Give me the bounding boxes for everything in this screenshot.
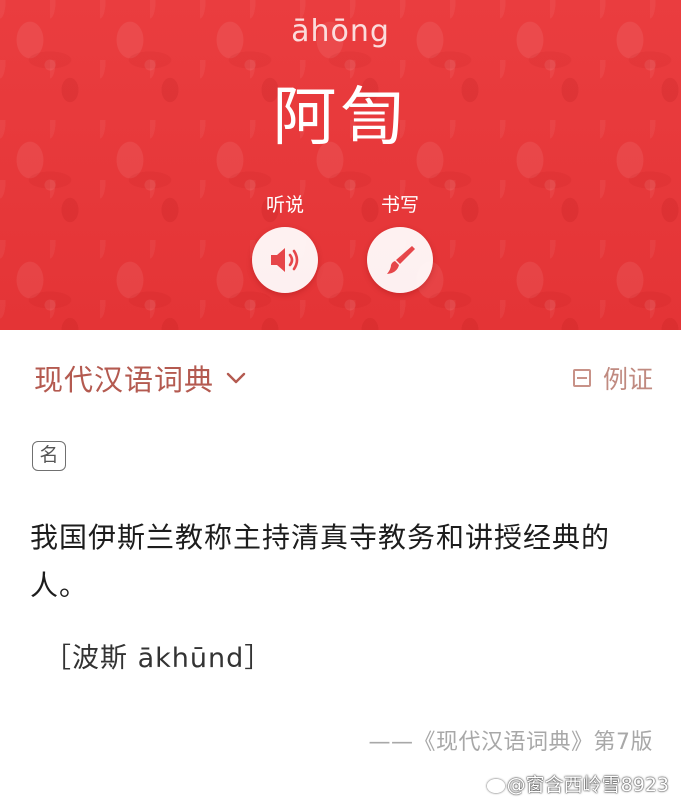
example-label: 例证 — [602, 365, 653, 394]
headword: 阿訇 — [272, 81, 409, 155]
dictionary-selector[interactable]: 现代汉语词典 — [34, 357, 246, 399]
listen-action[interactable]: 听说 — [245, 192, 325, 293]
write-label: 书写 — [380, 194, 419, 216]
watermark: @窗含西岭雪8923 — [486, 770, 669, 797]
source-citation: ——《现代汉语词典》第7版 — [368, 730, 653, 755]
collapse-box-icon — [572, 369, 591, 387]
part-of-speech-badge: 名 — [32, 441, 66, 471]
write-action[interactable]: 书写 — [360, 192, 440, 293]
etymology-note: ［波斯 ākhūnd］ — [44, 643, 273, 674]
listen-label: 听说 — [265, 194, 304, 216]
write-button[interactable] — [367, 227, 433, 293]
brush-icon — [387, 246, 415, 274]
watermark-text: @窗含西岭雪8923 — [506, 774, 669, 796]
header-banner: āhōng 阿訇 听说 书写 — [0, 0, 681, 330]
dictionary-name: 现代汉语词典 — [34, 363, 215, 397]
definition-text: 我国伊斯兰教称主持清真寺教务和讲授经典的人。 — [30, 521, 611, 602]
weibo-icon — [486, 779, 505, 793]
dictionary-entry-page: āhōng 阿訇 听说 书写 现代汉语词典 例证 名 我国伊斯兰教称主持清真寺教… — [0, 0, 681, 800]
listen-button[interactable] — [252, 227, 318, 293]
pinyin: āhōng — [291, 14, 390, 49]
chevron-down-icon — [226, 372, 246, 384]
speaker-icon — [271, 248, 299, 272]
example-toggle[interactable]: 例证 — [572, 360, 653, 396]
